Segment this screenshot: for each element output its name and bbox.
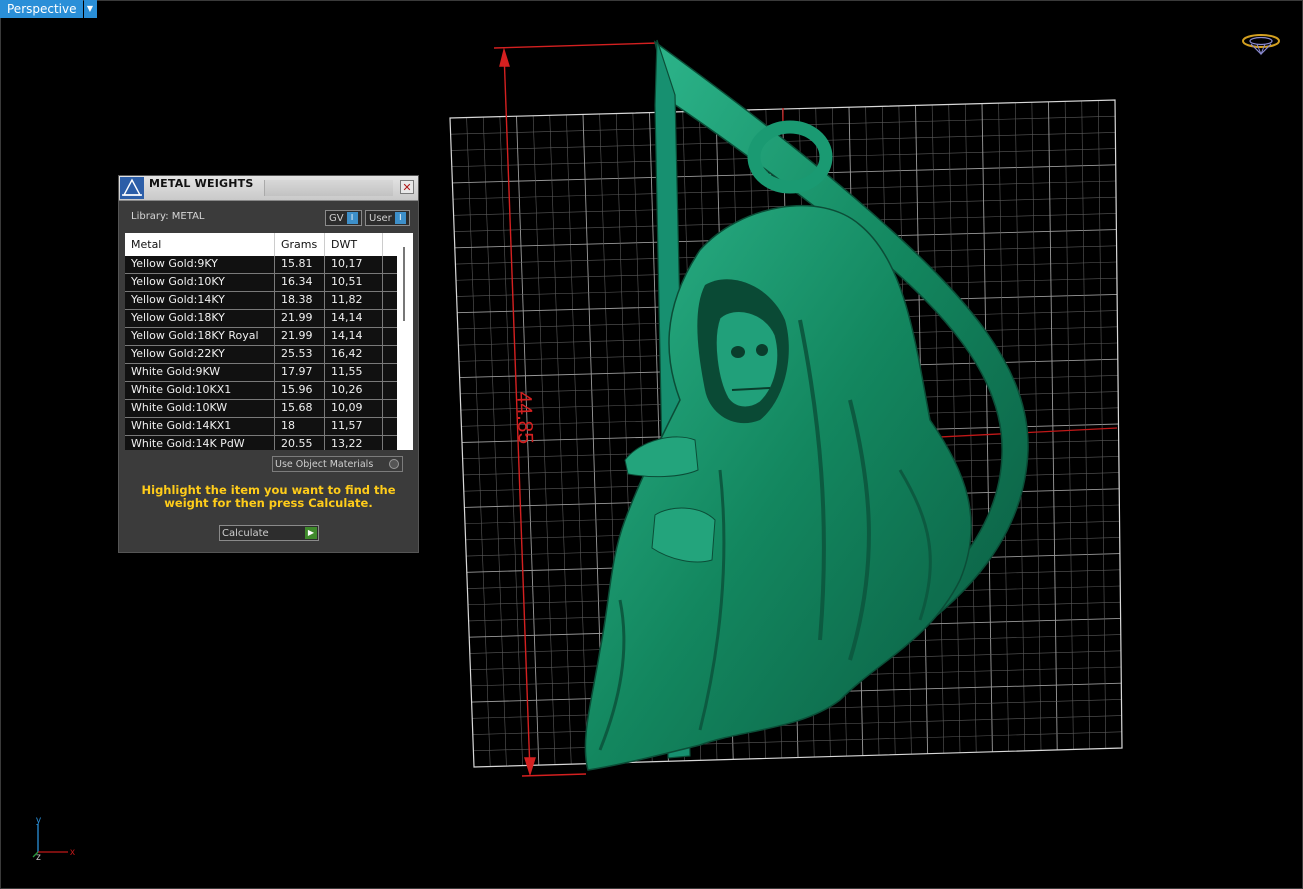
table-row[interactable]: White Gold:10KX1 15.96 10,26	[125, 382, 397, 400]
scroll-thumb[interactable]	[403, 247, 405, 321]
chevron-down-icon[interactable]: ▼	[83, 0, 97, 18]
cell-spacer	[383, 328, 397, 345]
cell-grams: 18.38	[275, 292, 325, 309]
cell-spacer	[383, 382, 397, 399]
library-label: Library: METAL	[131, 211, 205, 222]
cell-metal: Yellow Gold:9KY	[125, 256, 275, 273]
view-name-label[interactable]: Perspective	[0, 0, 83, 18]
cell-spacer	[383, 310, 397, 327]
cell-spacer	[383, 274, 397, 291]
cell-dwt: 10,26	[325, 382, 383, 399]
table-row[interactable]: Yellow Gold:9KY 15.81 10,17	[125, 256, 397, 274]
table-row[interactable]: Yellow Gold:14KY 18.38 11,82	[125, 292, 397, 310]
column-header-spacer	[383, 233, 397, 256]
toggle-indicator-icon[interactable]: I	[394, 212, 406, 224]
table-row[interactable]: White Gold:10KW 15.68 10,09	[125, 400, 397, 418]
title-bar-handle[interactable]	[264, 180, 393, 196]
cell-grams: 18	[275, 418, 325, 435]
close-icon[interactable]: ✕	[400, 180, 414, 194]
user-toggle[interactable]: User I	[365, 210, 410, 226]
cell-dwt: 11,57	[325, 418, 383, 435]
cell-grams: 15.68	[275, 400, 325, 417]
cell-grams: 25.53	[275, 346, 325, 363]
dimension-value: 44.85	[512, 391, 537, 444]
axis-z-label: z	[36, 852, 41, 862]
axis-x-label: x	[70, 847, 75, 858]
instruction-text: Highlight the item you want to find the …	[141, 483, 396, 510]
gv-toggle[interactable]: GV I	[325, 210, 362, 226]
radio-knob-icon[interactable]	[389, 459, 399, 469]
cell-dwt: 10,09	[325, 400, 383, 417]
cell-grams: 15.81	[275, 256, 325, 273]
column-header-metal[interactable]: Metal	[125, 233, 275, 256]
column-header-grams[interactable]: Grams	[275, 233, 325, 256]
cell-spacer	[383, 292, 397, 309]
cell-metal: Yellow Gold:18KY Royal	[125, 328, 275, 345]
cell-metal: White Gold:9KW	[125, 364, 275, 381]
cell-dwt: 10,51	[325, 274, 383, 291]
brand-logo-icon	[1242, 34, 1280, 56]
cell-spacer	[383, 436, 397, 450]
table-row[interactable]: Yellow Gold:22KY 25.53 16,42	[125, 346, 397, 364]
cell-grams: 15.96	[275, 382, 325, 399]
cell-dwt: 11,55	[325, 364, 383, 381]
axis-y-label: y	[36, 815, 41, 826]
table-scrollbar[interactable]	[397, 233, 413, 450]
use-object-materials-label: Use Object Materials	[275, 458, 374, 470]
user-toggle-label: User	[369, 212, 392, 224]
table-row[interactable]: Yellow Gold:18KY 21.99 14,14	[125, 310, 397, 328]
table-header: Metal Grams DWT	[125, 233, 397, 256]
cell-spacer	[383, 400, 397, 417]
calculate-label: Calculate	[222, 527, 269, 539]
panel-title: METAL WEIGHTS	[149, 177, 254, 190]
cell-grams: 20.55	[275, 436, 325, 450]
metal-weights-icon	[120, 177, 144, 199]
cell-grams: 21.99	[275, 328, 325, 345]
cell-grams: 21.99	[275, 310, 325, 327]
cell-metal: Yellow Gold:18KY	[125, 310, 275, 327]
cell-dwt: 11,82	[325, 292, 383, 309]
table-row[interactable]: Yellow Gold:10KY 16.34 10,51	[125, 274, 397, 292]
cell-metal: White Gold:10KW	[125, 400, 275, 417]
table-row[interactable]: Yellow Gold:18KY Royal 21.99 14,14	[125, 328, 397, 346]
cell-metal: Yellow Gold:14KY	[125, 292, 275, 309]
metal-table[interactable]: Metal Grams DWT Yellow Gold:9KY 15.81 10,1…	[125, 233, 397, 450]
calculate-button[interactable]: Calculate ▶	[219, 525, 319, 541]
toggle-indicator-icon[interactable]: I	[346, 212, 358, 224]
cell-metal: White Gold:10KX1	[125, 382, 275, 399]
cell-metal: Yellow Gold:10KY	[125, 274, 275, 291]
panel-titlebar[interactable]: METAL WEIGHTS ✕	[119, 176, 418, 201]
axis-triad: y x z	[32, 815, 75, 862]
use-object-materials-toggle[interactable]: Use Object Materials	[272, 456, 403, 472]
cell-dwt: 14,14	[325, 310, 383, 327]
cell-metal: Yellow Gold:22KY	[125, 346, 275, 363]
cell-spacer	[383, 346, 397, 363]
cell-dwt: 13,22	[325, 436, 383, 450]
cell-metal: White Gold:14K PdW	[125, 436, 275, 450]
cell-spacer	[383, 364, 397, 381]
play-arrow-icon[interactable]: ▶	[305, 527, 317, 539]
cell-spacer	[383, 256, 397, 273]
column-header-dwt[interactable]: DWT	[325, 233, 383, 256]
table-row[interactable]: White Gold:9KW 17.97 11,55	[125, 364, 397, 382]
cell-grams: 17.97	[275, 364, 325, 381]
gv-toggle-label: GV	[329, 212, 344, 224]
cell-metal: White Gold:14KX1	[125, 418, 275, 435]
table-row[interactable]: White Gold:14KX1 18 11,57	[125, 418, 397, 436]
cell-grams: 16.34	[275, 274, 325, 291]
reaper-pendant-model[interactable]	[584, 39, 1029, 771]
viewport-tab[interactable]: Perspective ▼	[0, 0, 97, 18]
metal-weights-panel: METAL WEIGHTS ✕ Library: METAL GV I User…	[118, 175, 419, 553]
cell-spacer	[383, 418, 397, 435]
cell-dwt: 14,14	[325, 328, 383, 345]
table-row[interactable]: White Gold:14K PdW 20.55 13,22	[125, 436, 397, 450]
cell-dwt: 16,42	[325, 346, 383, 363]
table-body: Yellow Gold:9KY 15.81 10,17 Yellow Gold:10K…	[125, 256, 397, 450]
cell-dwt: 10,17	[325, 256, 383, 273]
